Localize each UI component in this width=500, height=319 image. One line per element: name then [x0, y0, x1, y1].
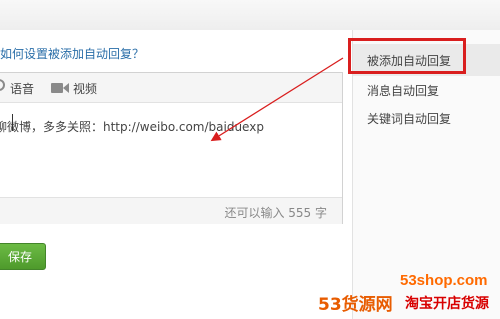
watermark-slogan: 淘宝开店货源 — [405, 296, 489, 312]
help-link[interactable]: 如何设置被添加自动回复？ — [0, 45, 144, 62]
counter-bar: 还可以输入 555 字 — [0, 197, 342, 224]
top-bar — [0, 0, 500, 31]
video-icon[interactable] — [51, 82, 69, 94]
watermark-brand: 53货源网 — [318, 295, 393, 315]
reply-textarea[interactable]: 聊微博，多多关照：http://weibo.com/baiduexp — [0, 118, 264, 135]
reply-editor: 语音 视频 聊微博，多多关照：http://weibo.com/baiduexp… — [0, 72, 343, 224]
video-button[interactable]: 视频 — [73, 80, 97, 97]
char-counter: 还可以输入 555 字 — [224, 206, 327, 220]
watermark-url: 53shop.com — [400, 272, 488, 289]
voice-icon[interactable] — [0, 79, 5, 91]
sidebar-item-message-auto-reply[interactable]: 消息自动回复 — [367, 82, 439, 99]
editor-toolbar: 语音 视频 — [0, 73, 342, 103]
voice-button[interactable]: 语音 — [10, 80, 34, 97]
highlight-box — [348, 38, 466, 74]
text-cursor — [12, 114, 13, 131]
save-button[interactable]: 保存 — [0, 243, 46, 270]
sidebar-item-keyword-auto-reply[interactable]: 关键词自动回复 — [367, 110, 451, 127]
